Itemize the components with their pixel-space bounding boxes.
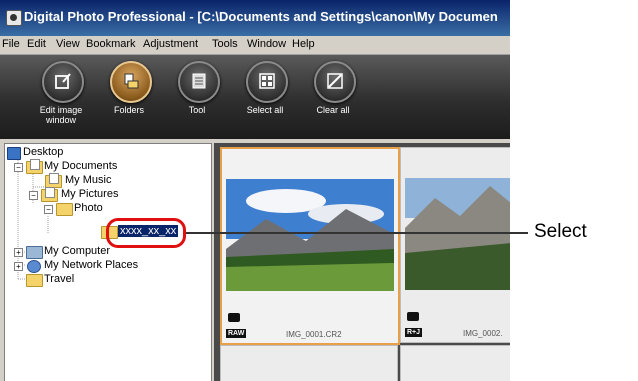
camera-icon — [407, 312, 419, 321]
window-title: Digital Photo Professional - [C:\Documen… — [24, 9, 498, 24]
tool-button[interactable]: Tool — [168, 61, 228, 137]
landscape-photo — [226, 179, 394, 291]
tool-label: Tool — [188, 105, 206, 115]
clear-all-button[interactable]: Clear all — [304, 61, 364, 137]
edit-image-window-button[interactable]: Edit image window — [32, 61, 92, 137]
menu-help[interactable]: Help — [292, 38, 315, 50]
folders-icon — [124, 73, 139, 89]
tree-label-desktop: Desktop — [23, 146, 64, 158]
menu-adjustment[interactable]: Adjustment — [143, 38, 198, 50]
thumbnail-filename: IMG_0001.CR2 — [286, 330, 342, 339]
callout-highlight-ring — [106, 218, 186, 248]
mountain-photo — [405, 178, 510, 290]
rj-badge: R+J — [405, 328, 423, 337]
menu-window[interactable]: Window — [247, 38, 286, 50]
menu-view[interactable]: View — [56, 38, 80, 50]
tree-label-photo: Photo — [74, 202, 103, 214]
tool-button-circle — [178, 61, 220, 103]
app-window: Digital Photo Professional - [C:\Documen… — [0, 0, 510, 381]
folder-icon — [56, 203, 73, 216]
my-pictures-icon — [41, 187, 58, 202]
thumbnail-grid: RAW IMG_0001.CR2 R+J IMG_0002. — [214, 143, 510, 381]
callout-label: Select — [534, 221, 587, 242]
thumbnail-filename: IMG_0002. — [463, 329, 503, 338]
tree-label-my-music: My Music — [65, 174, 112, 186]
thumbnail-item[interactable]: RAW IMG_0001.CR2 — [220, 147, 400, 345]
folders-label: Folders — [113, 105, 144, 115]
folder-icon — [26, 274, 43, 287]
select-all-button[interactable]: Select all — [236, 61, 296, 137]
select-all-label: Select all — [246, 105, 284, 115]
edit-image-button-circle — [42, 61, 84, 103]
network-places-icon — [27, 260, 41, 273]
title-bar: Digital Photo Professional - [C:\Documen… — [0, 0, 510, 36]
thumbnail-item[interactable]: R+J IMG_0002. — [400, 147, 510, 343]
my-computer-icon — [26, 246, 43, 259]
edit-image-window-label: Edit image window — [39, 105, 83, 125]
folders-button-circle — [110, 61, 152, 103]
thumbnail-item[interactable] — [220, 345, 398, 381]
edit-image-icon — [55, 73, 71, 89]
clear-all-label: Clear all — [316, 105, 350, 115]
tree-label-my-pictures: My Pictures — [61, 188, 119, 200]
clear-all-icon — [327, 73, 343, 89]
menu-bar: File Edit View Bookmark Adjustment Tools… — [0, 36, 510, 55]
clear-all-button-circle — [314, 61, 356, 103]
select-all-icon — [259, 73, 275, 89]
desktop-icon — [7, 147, 21, 160]
collapse-icon[interactable]: − — [44, 205, 53, 214]
menu-file[interactable]: File — [2, 38, 20, 50]
camera-app-icon — [6, 10, 22, 26]
expand-icon[interactable]: + — [14, 248, 23, 257]
tree-label-my-computer: My Computer — [44, 245, 111, 257]
tree-label-my-network-places: My Network Places — [44, 259, 139, 271]
menu-bookmark[interactable]: Bookmark — [86, 38, 136, 50]
tree-label-travel: Travel — [44, 273, 75, 285]
camera-icon — [228, 313, 240, 322]
menu-tools[interactable]: Tools — [212, 38, 238, 50]
select-all-button-circle — [246, 61, 288, 103]
folders-button[interactable]: Folders — [100, 61, 160, 137]
toolbar: Edit image window Folders Tool Select al… — [0, 55, 510, 139]
expand-icon[interactable]: + — [14, 262, 23, 271]
my-documents-icon — [26, 159, 43, 174]
raw-badge: RAW — [226, 329, 247, 338]
tree-label-my-documents: My Documents — [44, 160, 118, 172]
callout-leader-line — [186, 232, 528, 234]
collapse-icon[interactable]: − — [14, 163, 23, 172]
tool-icon — [192, 73, 206, 89]
folder-tree: Desktop − My Documents My Music − My Pic… — [4, 143, 212, 381]
thumbnail-item[interactable] — [400, 345, 510, 381]
menu-edit[interactable]: Edit — [27, 38, 46, 50]
collapse-icon[interactable]: − — [29, 191, 38, 200]
